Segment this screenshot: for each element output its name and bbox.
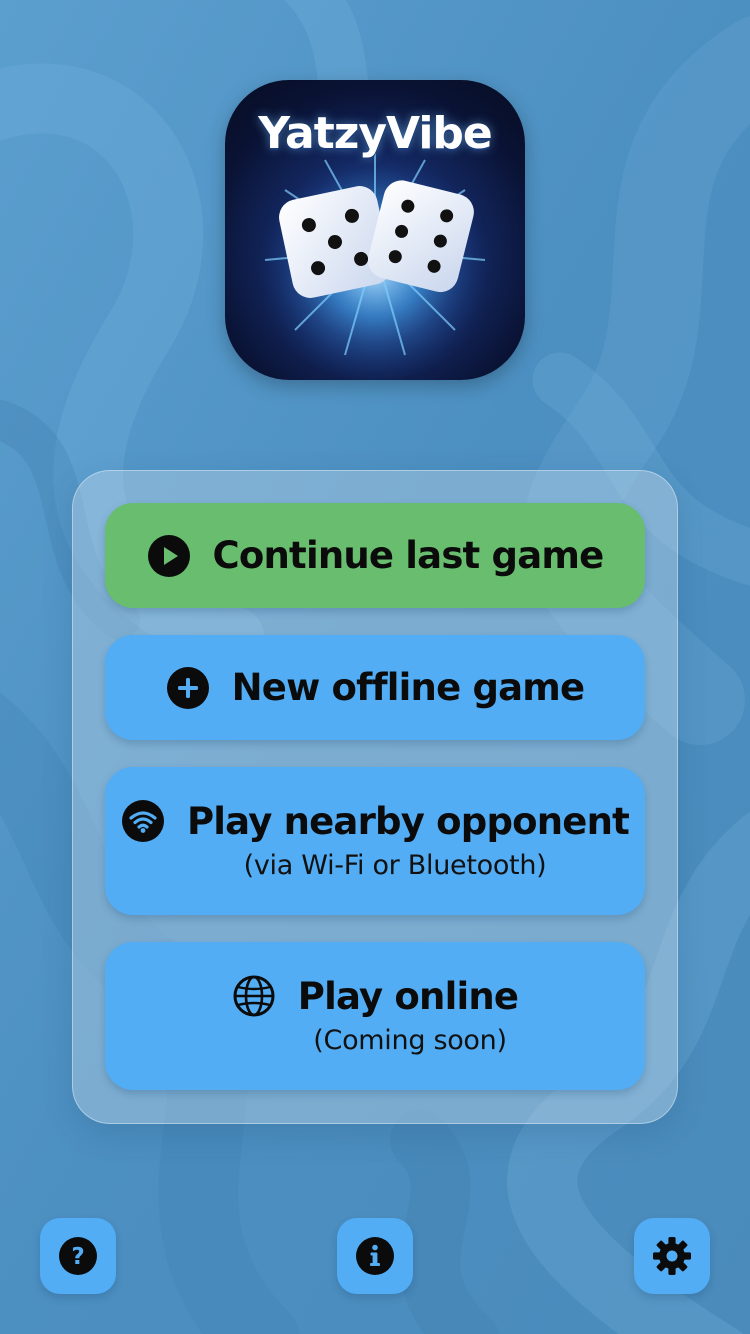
globe-icon <box>233 975 275 1017</box>
gear-icon <box>653 1237 691 1275</box>
continue-last-game-label: Continue last game <box>212 534 605 577</box>
play-online-sublabel: (Coming soon) <box>313 1025 507 1056</box>
new-offline-game-button[interactable]: New offline game <box>105 635 645 740</box>
help-button[interactable]: ? <box>40 1218 116 1294</box>
play-circle-icon <box>147 534 190 577</box>
app-logo: YatzyVibe <box>225 80 525 380</box>
play-nearby-opponent-label: Play nearby opponent <box>186 799 630 843</box>
play-online-label: Play online <box>297 974 519 1018</box>
svg-text:?: ? <box>71 1244 84 1270</box>
settings-button[interactable] <box>634 1218 710 1294</box>
wifi-icon <box>121 800 164 842</box>
question-circle-icon: ? <box>59 1237 97 1275</box>
plus-circle-icon <box>166 666 209 709</box>
play-online-button[interactable]: Play online (Coming soon) <box>105 942 645 1090</box>
play-nearby-opponent-button[interactable]: Play nearby opponent (via Wi-Fi or Bluet… <box>105 767 645 915</box>
new-offline-game-label: New offline game <box>231 666 586 709</box>
info-button[interactable] <box>337 1218 413 1294</box>
continue-last-game-button[interactable]: Continue last game <box>105 503 645 608</box>
info-circle-icon <box>356 1237 394 1275</box>
app-title: YatzyVibe <box>258 108 493 159</box>
play-nearby-opponent-sublabel: (via Wi-Fi or Bluetooth) <box>243 850 547 881</box>
